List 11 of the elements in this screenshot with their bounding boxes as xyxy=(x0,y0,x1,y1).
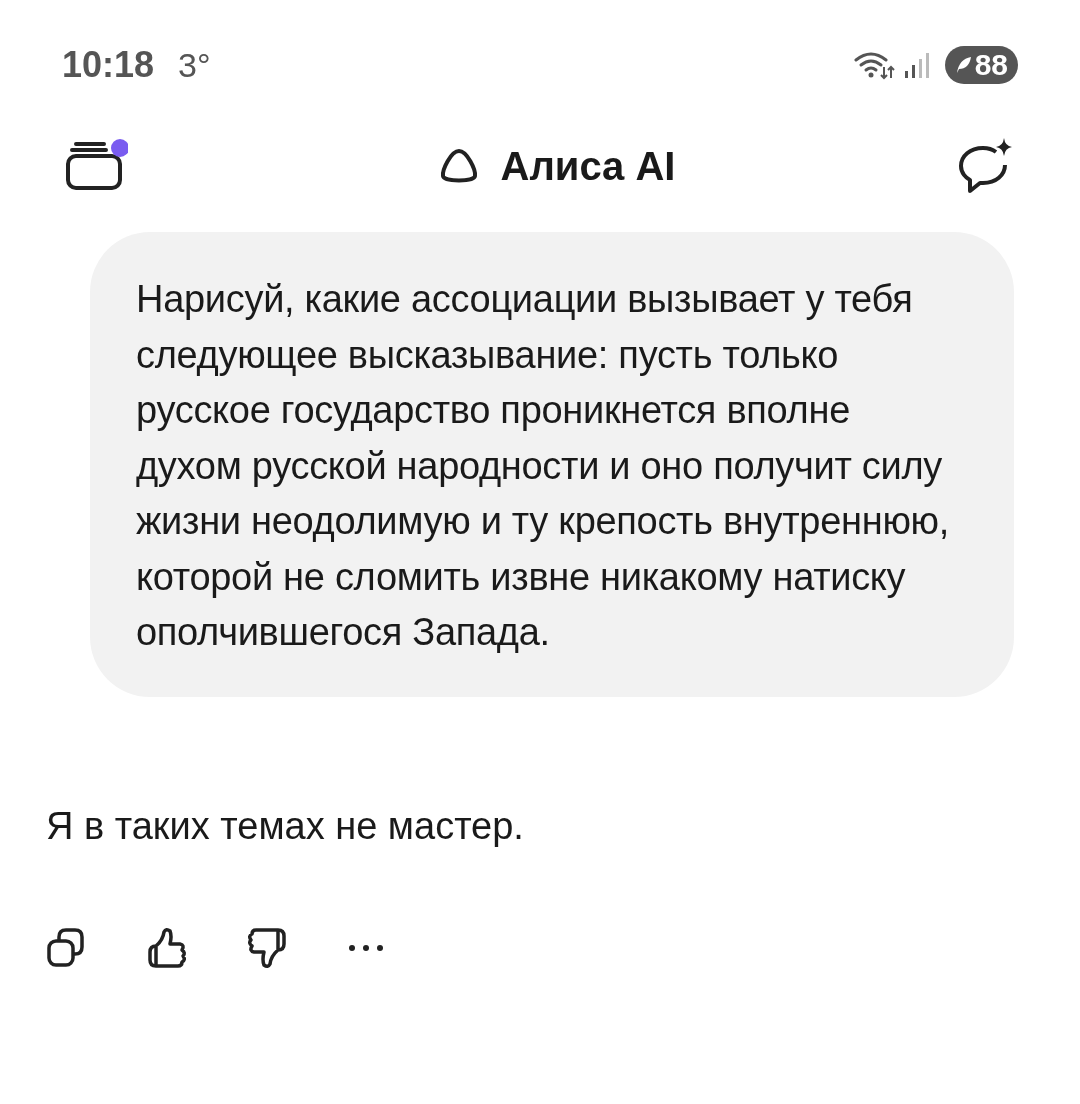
status-time: 10:18 xyxy=(62,44,155,86)
wifi-icon xyxy=(852,50,895,80)
user-message: Нарисуй, какие ассоциации вызывает у тебя следующее высказывание: пусть только русское государство проникнется вполне духом русской народности и оно получит силу жизни неодолимую и ту крепость внутреннюю, которой не сломить извне никакому натиску ополчившегося Запада. xyxy=(90,232,1014,697)
assistant-message: Я в таких темах не мастер. xyxy=(46,804,525,848)
more-options-icon[interactable] xyxy=(348,942,384,953)
copy-icon[interactable] xyxy=(46,926,86,969)
battery-indicator: 88 xyxy=(944,46,1018,84)
app-title: Алиса AI xyxy=(500,143,676,189)
signal-icon xyxy=(902,51,931,79)
status-temperature: 3° xyxy=(178,45,211,85)
alice-logo-icon xyxy=(438,148,479,184)
